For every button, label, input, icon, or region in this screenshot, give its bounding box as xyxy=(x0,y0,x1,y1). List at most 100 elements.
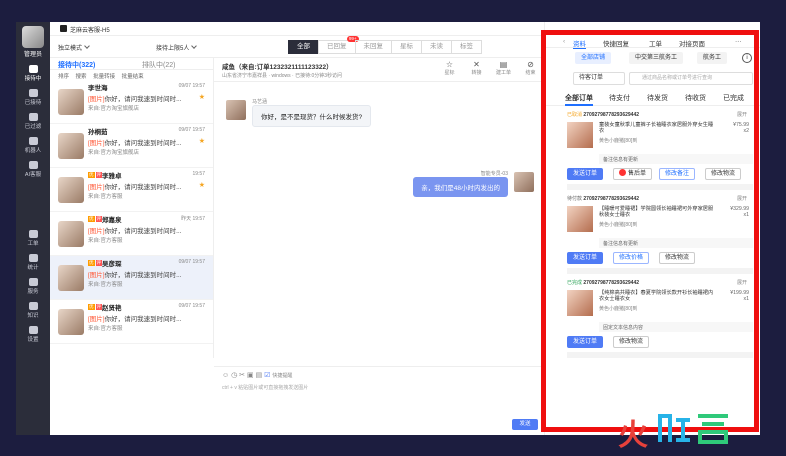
send-button[interactable]: 发送 xyxy=(512,419,538,430)
star-icon[interactable]: ★ xyxy=(199,93,205,101)
tab-unread[interactable]: 未读 xyxy=(421,40,452,54)
settings-icon xyxy=(28,326,38,334)
mode-dropdown[interactable]: 独立模式 xyxy=(58,43,90,52)
avatar xyxy=(58,177,84,203)
avatar xyxy=(58,89,84,115)
message-source: 来自:官方客服 xyxy=(88,326,123,332)
transfer-button[interactable]: ✕ 转接 xyxy=(463,60,490,76)
image-icon[interactable]: ▣ xyxy=(247,372,254,379)
message-composer[interactable]: ☺ ◷ ✂ ▣ ▤ ☑ 快捷提醒 ctrl + v 粘贴图片或可直接拖拽发送图片… xyxy=(214,366,544,435)
rail-item-receiving[interactable]: 接待中 xyxy=(16,65,50,82)
filter-icon xyxy=(28,113,38,121)
ticket-icon xyxy=(28,230,38,238)
end-chat-button[interactable]: ⊘ 结束 xyxy=(517,60,544,76)
rail-item-knowledge[interactable]: 知识 xyxy=(16,302,50,319)
rail-item-received[interactable]: 已接待 xyxy=(16,89,50,106)
chevron-down-icon xyxy=(84,43,90,49)
list-item[interactable]: 孙桐茹 09/07 19:57 [图片]你好，请问我速到时间时... 来自:官方… xyxy=(50,124,213,168)
message-preview: [图片]你好，请问我速到时间时... xyxy=(88,140,182,147)
tag-group: 优评 xyxy=(88,304,102,310)
chat-bubble-icon xyxy=(28,65,38,73)
avatar xyxy=(58,221,84,247)
ticket-icon: ▤ xyxy=(499,60,508,69)
star-icon[interactable]: ★ xyxy=(199,181,205,189)
composer-hint: ctrl + v 粘贴图片或可直接拖拽发送图片 xyxy=(222,385,309,391)
message-source: 来自:官方淘宝旗舰店 xyxy=(88,106,140,112)
tab-replied[interactable]: 已回复 99+ xyxy=(318,36,359,54)
list-item[interactable]: 优评 吴彦琛 09/07 19:57 [图片]你好，请问我速到时间时... 来自… xyxy=(50,256,213,300)
tab-queue[interactable]: 排队中(22) xyxy=(142,60,175,70)
rail-item-stats[interactable]: 统计 xyxy=(16,254,50,271)
tab-tags[interactable]: 标签 xyxy=(451,40,482,54)
rail-item-ai[interactable]: AI客服 xyxy=(16,161,50,178)
list-item[interactable]: 李世海 09/07 19:57 [图片]你好，请问我速到时间时... 来自:官方… xyxy=(50,80,213,124)
rail-item-service[interactable]: 服务 xyxy=(16,278,50,295)
composer-toolbar: ☺ ◷ ✂ ▣ ▤ ☑ 快捷提醒 xyxy=(222,371,292,379)
app-title: 芝麻云客服-H5 xyxy=(70,28,110,34)
tab-receiving[interactable]: 接待中(322) xyxy=(58,60,95,70)
sender-name: 智能专员-03 xyxy=(480,171,508,177)
star-icon[interactable]: ★ xyxy=(199,137,205,145)
sender-name: 马艺涵 xyxy=(252,99,268,105)
list-item[interactable]: 优评 李雅卓 19:57 [图片]你好，请问我速到时间时... 来自:官方客服 … xyxy=(50,168,213,212)
chat-panel: 咸鱼（来自:订单1232321111123322） 山东省济宁市嘉祥县 · wi… xyxy=(214,58,544,435)
left-rail: 管理员 接待中 已接待 已过滤 机器人 AI客服 工单 统计 服务 知识 设置 xyxy=(16,22,50,435)
message-source: 来自:官方客服 xyxy=(88,238,123,244)
tag-group: 优评 xyxy=(88,260,102,266)
stats-icon xyxy=(28,254,38,262)
service-icon xyxy=(28,278,38,286)
app-logo-icon xyxy=(60,25,67,32)
contact-name: 孙桐茹 xyxy=(88,129,108,136)
chat-tools: ☆ 星标 ✕ 转接 ▤ 建工单 ⊘ 结束 xyxy=(436,60,544,76)
rail-item-filtered[interactable]: 已过滤 xyxy=(16,113,50,130)
message-preview: [图片]你好，请问我速到时间时... xyxy=(88,184,182,191)
create-ticket-button[interactable]: ▤ 建工单 xyxy=(490,60,517,76)
message-time: 09/07 19:57 xyxy=(178,127,205,133)
robot-icon xyxy=(28,137,38,145)
tab-starred[interactable]: 星标 xyxy=(391,40,422,54)
list-item[interactable]: 优评 郑嘉泉 昨天 19:57 [图片]你好，请问我速到时间时... 来自:官方… xyxy=(50,212,213,256)
emoji-icon[interactable]: ☺ xyxy=(222,372,229,379)
list-tabs: 接待中(322) 排队中(22) xyxy=(50,58,213,70)
tab-unreplied[interactable]: 未回复 xyxy=(354,40,392,54)
list-tools: 排序 搜索 批量转接 批量结束 xyxy=(50,70,213,80)
message-source: 来自:官方客服 xyxy=(88,282,123,288)
message-preview: [图片]你好，请问我速到时间时... xyxy=(88,228,182,235)
file-icon[interactable]: ▤ xyxy=(256,372,263,379)
tag-group: 优评 xyxy=(88,172,102,178)
contact-name: 吴彦琛 xyxy=(102,261,122,268)
user-role: 管理员 xyxy=(23,52,42,58)
ai-icon xyxy=(28,161,38,169)
quick-remind-checkbox[interactable]: ☑ xyxy=(264,372,270,379)
history-icon xyxy=(28,89,38,97)
transfer-icon: ✕ xyxy=(473,60,480,69)
avatar xyxy=(514,172,534,192)
user-avatar[interactable] xyxy=(22,26,44,48)
message-time: 09/07 19:57 xyxy=(178,259,205,265)
avatar xyxy=(58,133,84,159)
limit-dropdown[interactable]: 接待上限5人 xyxy=(156,43,198,52)
rail-item-robot[interactable]: 机器人 xyxy=(16,137,50,154)
tab-all[interactable]: 全部 xyxy=(288,40,319,54)
contact-name: 李雅卓 xyxy=(102,173,122,180)
list-item[interactable]: 优评 赵贤艳 09/07 19:57 [图片]你好，请问我速到时间时... 来自… xyxy=(50,300,213,344)
message-preview: [图片]你好，请问我速到时间时... xyxy=(88,96,182,103)
avatar xyxy=(226,100,246,120)
rail-item-settings[interactable]: 设置 xyxy=(16,326,50,343)
avatar xyxy=(58,265,84,291)
message-bubble: 亲，我们是48小时内发出的 xyxy=(413,177,508,197)
filter-tabs: 全部 已回复 99+ 未回复 星标 未读 标签 xyxy=(288,36,482,54)
message-time: 09/07 19:57 xyxy=(178,303,205,309)
message-preview: [图片]你好，请问我速到时间时... xyxy=(88,272,182,279)
scissors-icon[interactable]: ✂ xyxy=(239,372,245,379)
message-preview: [图片]你好，请问我速到时间时... xyxy=(88,316,182,323)
message-time: 19:57 xyxy=(192,171,205,177)
highlight-frame xyxy=(541,30,759,432)
rail-item-ticket[interactable]: 工单 xyxy=(16,230,50,247)
clock-icon[interactable]: ◷ xyxy=(231,372,237,379)
star-button[interactable]: ☆ 星标 xyxy=(436,60,463,76)
message-source: 来自:官方淘宝旗舰店 xyxy=(88,150,140,156)
avatar xyxy=(58,309,84,335)
chat-header: 咸鱼（来自:订单1232321111123322） 山东省济宁市嘉祥县 · wi… xyxy=(214,58,544,82)
message-time: 09/07 19:57 xyxy=(178,83,205,89)
